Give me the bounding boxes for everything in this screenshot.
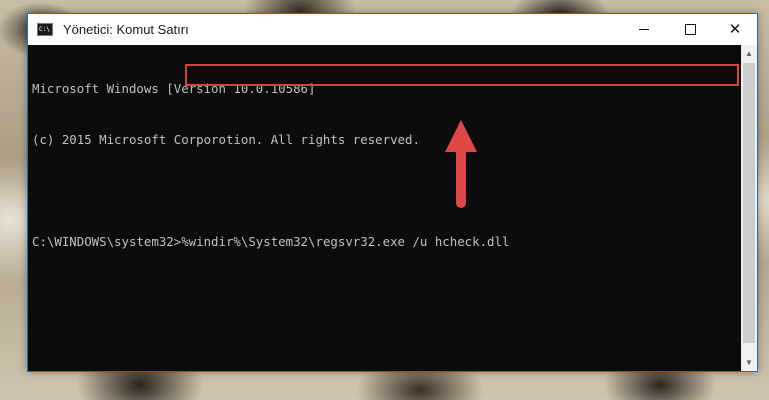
scroll-up-icon[interactable]: ▲: [741, 45, 757, 62]
close-icon: ✕: [728, 21, 742, 38]
arrow-head: [445, 120, 477, 152]
close-button[interactable]: ✕: [712, 14, 758, 45]
scroll-down-icon[interactable]: ▼: [741, 354, 757, 371]
title-bar[interactable]: C:\ Yönetici: Komut Satırı ✕: [28, 14, 757, 45]
minimize-icon: [639, 29, 649, 30]
maximize-icon: [684, 24, 696, 35]
minimize-button[interactable]: [621, 14, 667, 45]
arrow-shaft: [456, 148, 466, 208]
console-output[interactable]: Microsoft Windows [Version 10.0.10586] (…: [28, 45, 741, 371]
command-highlight-box: [185, 64, 739, 86]
command-prompt: C:\WINDOWS\system32>: [32, 234, 182, 249]
command-line: C:\WINDOWS\system32>%windir%\System32\re…: [32, 233, 741, 250]
cmd-icon: C:\: [37, 23, 53, 36]
command-text[interactable]: %windir%\System32\regsvr32.exe /u hcheck…: [181, 234, 509, 249]
scroll-thumb[interactable]: [743, 63, 755, 343]
command-prompt-window: C:\ Yönetici: Komut Satırı ✕ Microsoft W…: [27, 13, 758, 372]
console-line: (c) 2015 Microsoft Corporotion. All righ…: [32, 132, 420, 147]
vertical-scrollbar[interactable]: ▲ ▼: [741, 45, 757, 371]
maximize-button[interactable]: [667, 14, 713, 45]
window-title: Yönetici: Komut Satırı: [63, 22, 189, 37]
red-arrow-icon: [445, 120, 477, 208]
